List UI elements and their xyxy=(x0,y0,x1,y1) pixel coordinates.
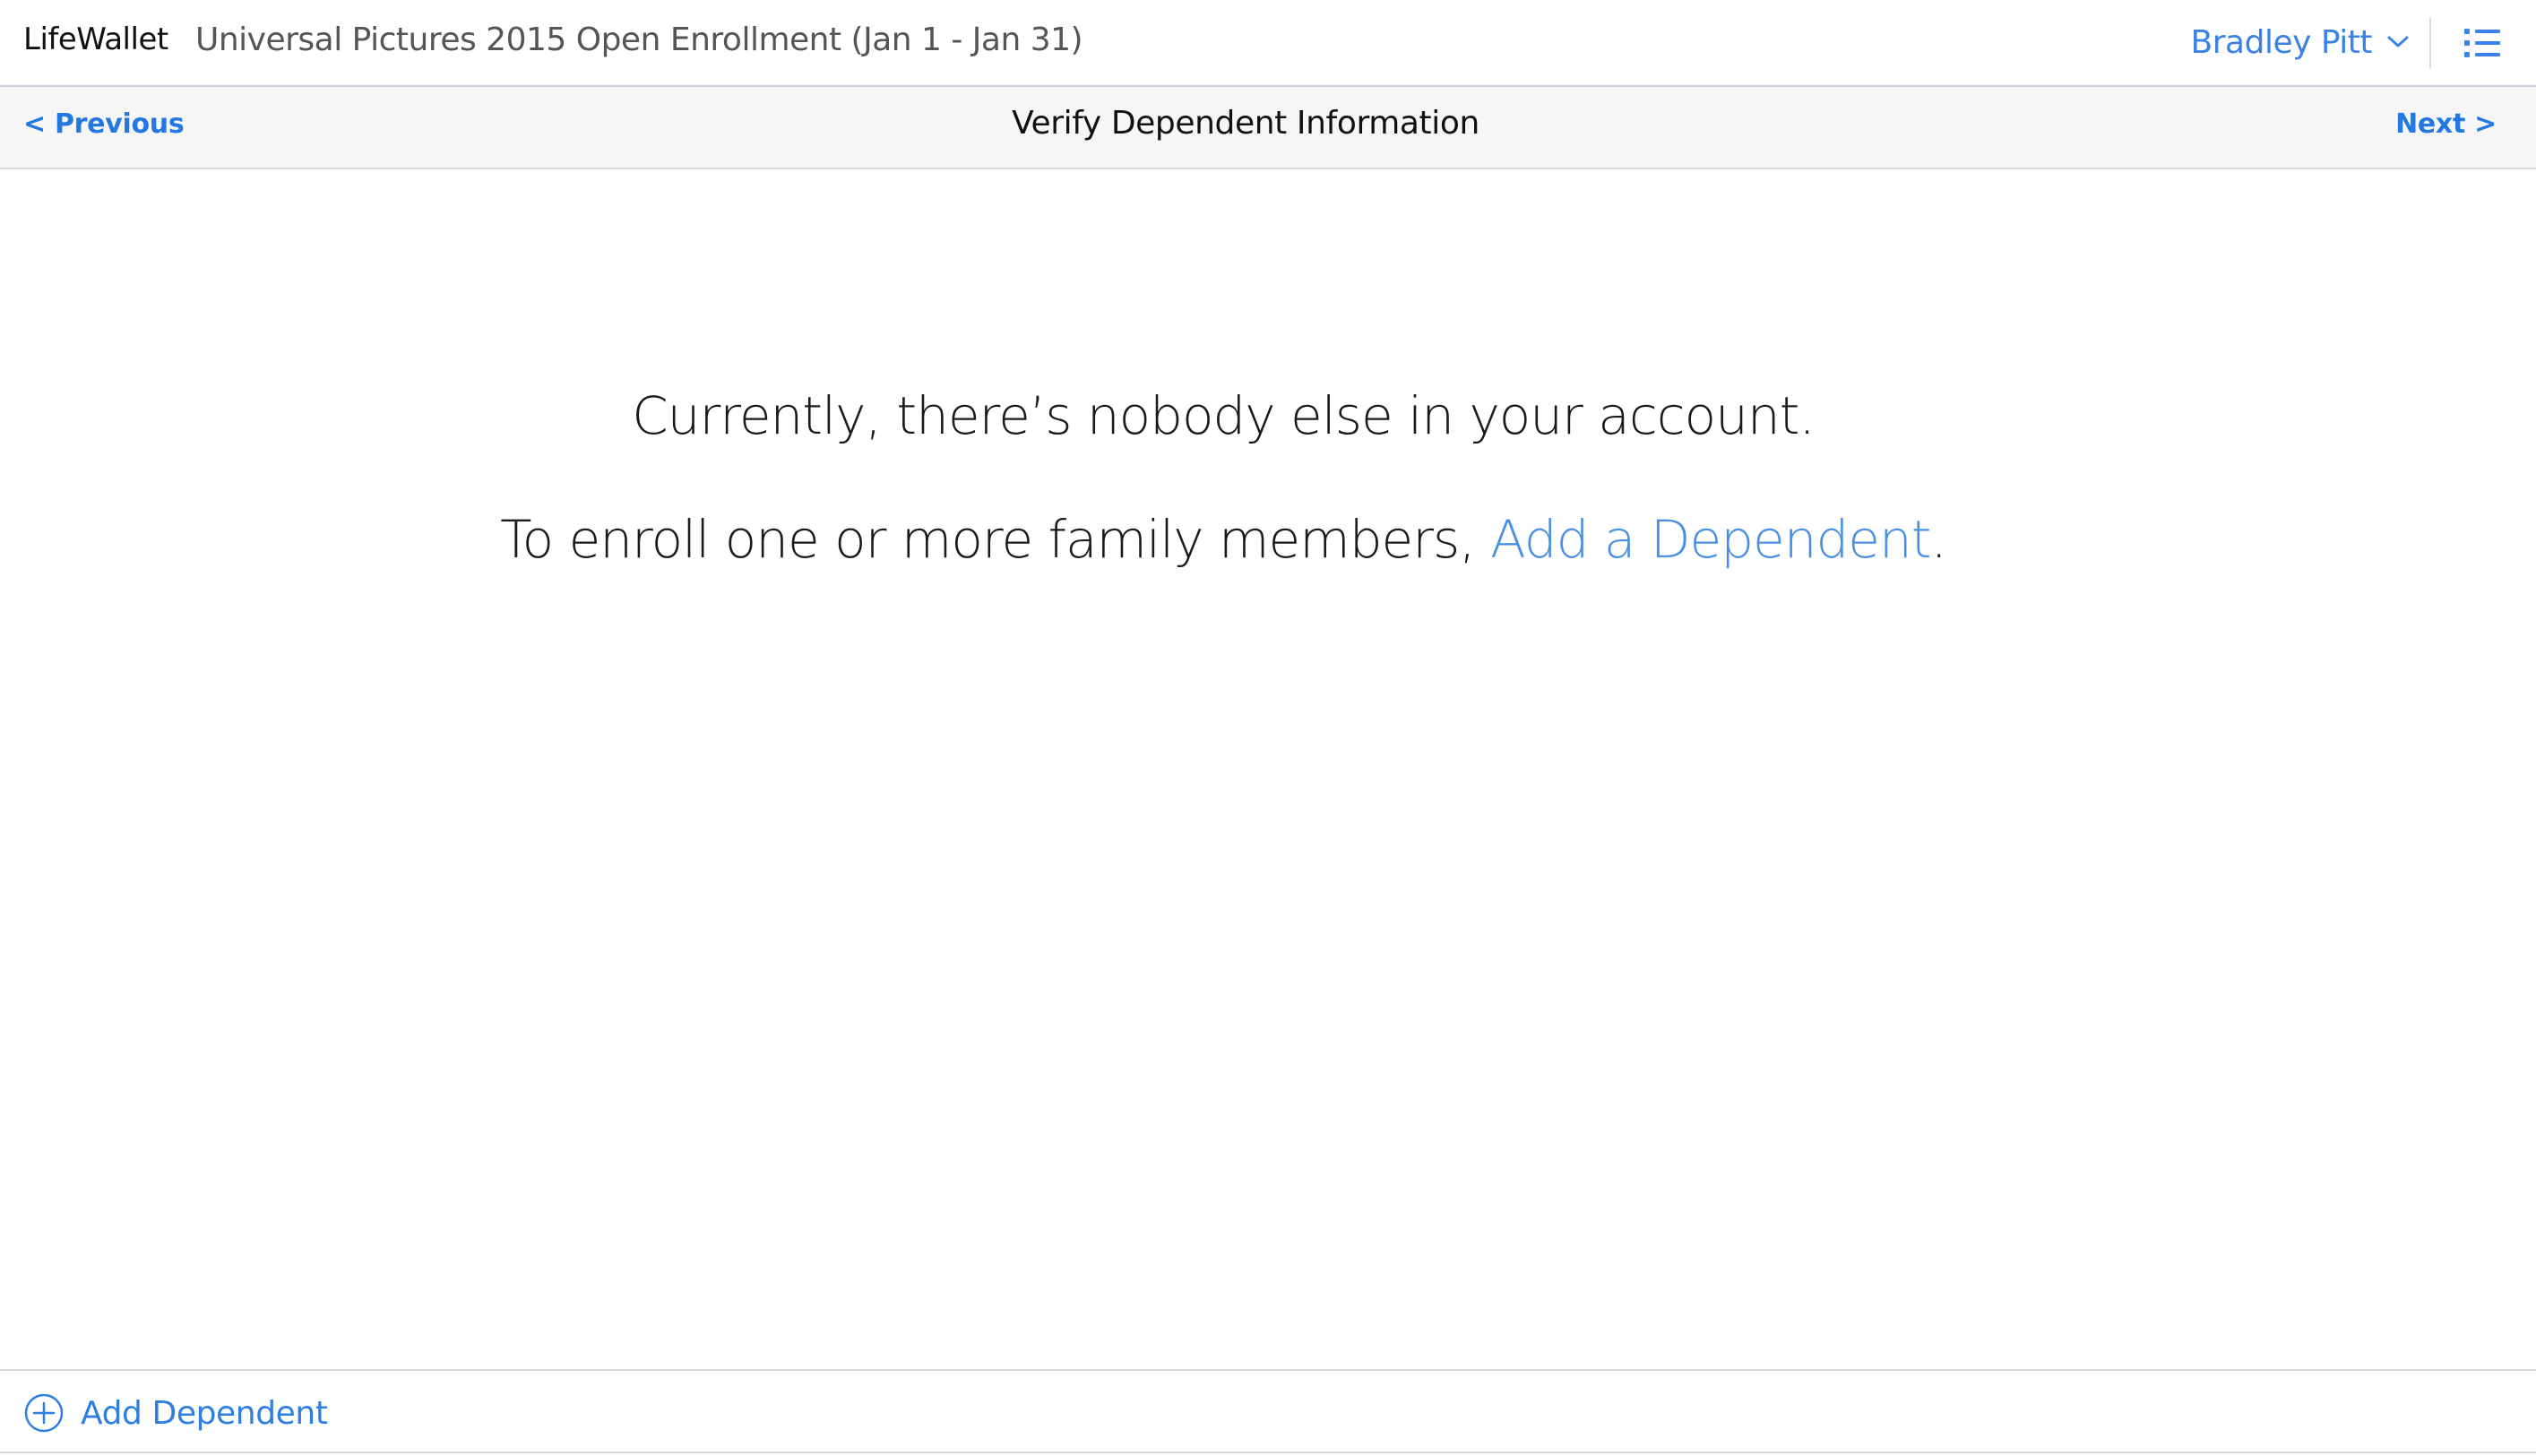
brand-logo[interactable]: LifeWallet xyxy=(23,22,168,57)
step-navigation-bar: < Previous Verify Dependent Information … xyxy=(0,87,2536,169)
no-dependents-text: Currently, there’s nobody else in your a… xyxy=(632,385,1816,446)
page-title: Verify Dependent Information xyxy=(1012,105,1479,142)
chevron-down-icon xyxy=(2387,36,2409,47)
top-header: LifeWallet Universal Pictures 2015 Open … xyxy=(0,0,2536,87)
bottom-action-bar: Add Dependent xyxy=(0,1369,2536,1453)
user-menu[interactable]: Bradley Pitt xyxy=(2191,20,2410,65)
next-button[interactable]: Next > xyxy=(2395,108,2497,140)
empty-state-message: Currently, there’s nobody else in your a… xyxy=(0,385,2446,570)
add-a-dependent-link[interactable]: Add a Dependent xyxy=(1490,509,1931,570)
enroll-instructions: To enroll one or more family members, Ad… xyxy=(0,509,2446,570)
list-menu-icon[interactable] xyxy=(2463,25,2502,61)
app-window: LifeWallet Universal Pictures 2015 Open … xyxy=(0,0,2536,1456)
header-divider xyxy=(2429,18,2431,68)
plus-circle-icon xyxy=(24,1393,64,1433)
add-dependent-label: Add Dependent xyxy=(81,1394,328,1432)
enroll-instructions-prefix: To enroll one or more family members, xyxy=(500,509,1491,570)
enroll-instructions-suffix: . xyxy=(1930,509,1946,570)
enrollment-title: Universal Pictures 2015 Open Enrollment … xyxy=(195,22,1083,58)
user-name: Bradley Pitt xyxy=(2190,23,2373,61)
add-dependent-button[interactable]: Add Dependent xyxy=(23,1392,328,1434)
